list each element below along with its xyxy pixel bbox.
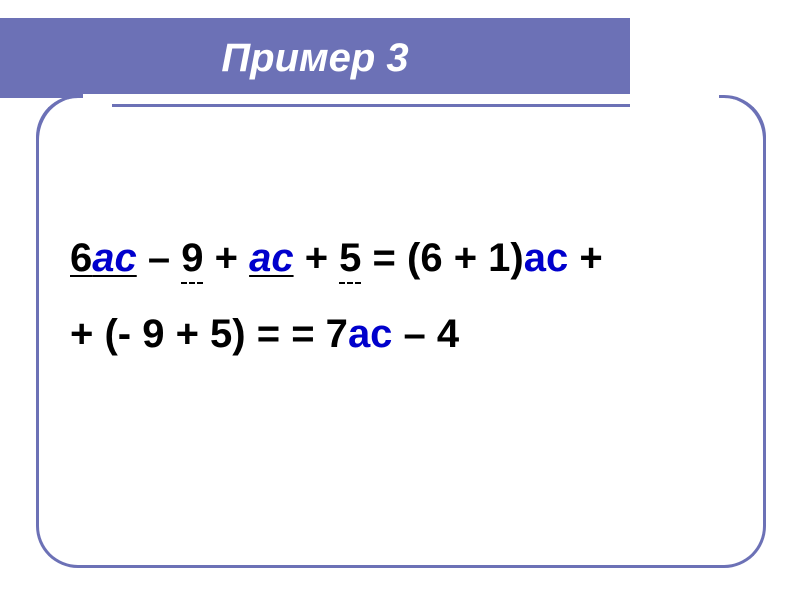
slide-title: Пример 3	[0, 18, 630, 98]
equals-1: =	[361, 236, 407, 280]
math-line-1: 6ас – 9 + ас + 5 = (6 + 1)ас +	[70, 220, 750, 296]
line2-tail: – 4	[392, 312, 459, 356]
op-minus-1: –	[137, 236, 181, 280]
op-plus-2: +	[294, 236, 340, 280]
line2-lead: + (- 9 + 5) = = 7	[70, 312, 348, 356]
op-plus-1: +	[203, 236, 249, 280]
group-6-plus-1: (6 + 1)	[407, 236, 524, 280]
var-ac-1: ас	[92, 236, 137, 280]
coef-6: 6	[70, 236, 92, 280]
header-underline	[112, 104, 630, 107]
var-ac-2: ас	[249, 236, 294, 280]
var-ac-3: ас	[524, 236, 569, 280]
term-6ac: 6ас	[70, 236, 137, 280]
var-ac-4: ас	[348, 312, 393, 356]
const-5: 5	[339, 236, 361, 284]
math-line-2: + (- 9 + 5) = = 7ас – 4	[70, 296, 750, 372]
trailing-plus: +	[568, 236, 602, 280]
math-expression: 6ас – 9 + ас + 5 = (6 + 1)ас + + (- 9 + …	[70, 220, 750, 372]
const-9: 9	[181, 236, 203, 284]
slide-header: Пример 3	[0, 0, 800, 110]
